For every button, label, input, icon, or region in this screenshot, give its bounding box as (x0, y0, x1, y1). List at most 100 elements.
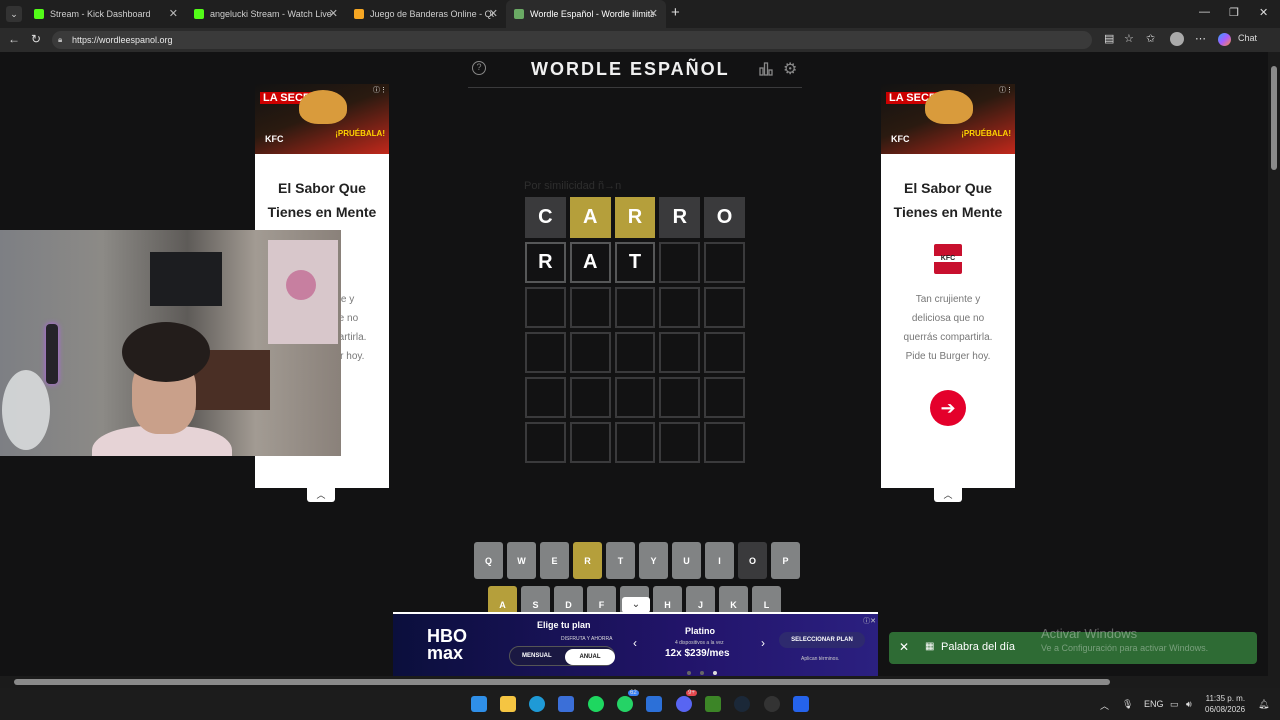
file-explorer-icon[interactable] (500, 696, 516, 712)
address-bar[interactable]: 🔒︎ https://wordleespanol.org (52, 31, 1092, 49)
billing-toggle[interactable]: MENSUAL ANUAL (509, 646, 615, 666)
more-menu-icon[interactable]: ⋯ (1195, 32, 1206, 45)
billing-monthly[interactable]: MENSUAL (522, 653, 552, 659)
key-o[interactable]: O (738, 542, 767, 579)
letter-tile: T (614, 242, 656, 283)
outlook-icon[interactable] (646, 696, 662, 712)
volume-icon[interactable]: 🔊︎ (1186, 699, 1192, 710)
letter-tile (525, 422, 566, 463)
app-icon[interactable] (793, 696, 809, 712)
settings-gear-icon[interactable]: ⚙ (783, 59, 797, 79)
carousel-next-icon[interactable]: › (761, 636, 765, 650)
notification-bell-icon[interactable]: 🔔︎ (1258, 699, 1269, 710)
horizontal-scrollbar[interactable] (0, 676, 1280, 688)
windows-taskbar: 62 9+ ︿ 🎙︎ ENG ▭ 🔊︎ 11:35 p. m. 06/08/20… (0, 688, 1280, 720)
restore-icon[interactable]: ❐ (1229, 6, 1239, 19)
system-clock[interactable]: 11:35 p. m. 06/08/2026 (1205, 693, 1245, 715)
letter-tile (614, 422, 656, 463)
letter-tile (525, 332, 566, 373)
whatsapp-icon[interactable] (617, 696, 633, 712)
chat-button[interactable]: Chat (1238, 33, 1257, 43)
reload-icon[interactable]: ↻ (31, 32, 41, 46)
kick-favicon-icon (34, 9, 44, 19)
carousel-dot[interactable] (700, 671, 704, 675)
tray-overflow-chevron-icon[interactable]: ︿ (1100, 699, 1109, 712)
close-tab-icon[interactable]: ✕ (489, 7, 498, 20)
calendar-icon: ▦ (925, 641, 935, 652)
wordle-favicon-icon (514, 9, 524, 19)
close-tab-icon[interactable]: ✕ (329, 7, 338, 20)
ad-info-icon[interactable]: ⓘ⋮ (999, 85, 1013, 95)
right-ad-collapse-chevron-icon[interactable]: ︿ (934, 488, 962, 502)
favorite-star-icon[interactable]: ☆ (1124, 32, 1134, 45)
letter-tile (704, 377, 745, 418)
letter-tile (569, 287, 611, 328)
keyboard-collapse-chevron-icon[interactable]: ⌄ (622, 597, 650, 613)
vertical-scrollbar[interactable] (1268, 52, 1280, 676)
start-windows-icon[interactable] (471, 696, 487, 712)
spotify-icon[interactable] (588, 696, 604, 712)
key-w[interactable]: W (507, 542, 536, 579)
close-tab-icon[interactable]: ✕ (169, 7, 178, 20)
carousel-dot[interactable] (687, 671, 691, 675)
tab-list-chevron-icon[interactable]: ⌄ (6, 6, 22, 22)
key-p[interactable]: P (771, 542, 800, 579)
right-ad[interactable]: LA SECRETA KFC ¡PRUÉBALA! ⓘ⋮ El Sabor Qu… (881, 84, 1015, 488)
ad-banner-image[interactable]: LA SECRETA KFC ¡PRUÉBALA! ⓘ⋮ (255, 84, 389, 154)
letter-tile: A (569, 242, 611, 283)
back-arrow-icon[interactable]: ← (8, 32, 20, 46)
store-icon[interactable] (558, 696, 574, 712)
key-u[interactable]: U (672, 542, 701, 579)
scrollbar-thumb[interactable] (1271, 66, 1277, 170)
billing-annual[interactable]: ANUAL (565, 649, 615, 665)
letter-tile (614, 377, 656, 418)
reading-view-icon[interactable]: ▤ (1104, 32, 1114, 45)
plan-price: 12x $239/mes (665, 648, 730, 659)
close-tab-icon[interactable]: ✕ (649, 7, 658, 20)
url-text: https://wordleespanol.org (72, 35, 173, 45)
carousel-prev-icon[interactable]: ‹ (633, 636, 637, 650)
tab-wordle[interactable]: Wordle Español - Wordle ilimitado ✕ (506, 0, 666, 28)
site-info-icon[interactable]: 🔒︎ (58, 31, 62, 49)
hbo-max-ad[interactable]: HBO max Elige tu plan DISFRUTA Y AHORRA … (393, 612, 878, 676)
discord-icon[interactable] (676, 696, 692, 712)
stats-icon[interactable] (759, 62, 773, 76)
carousel-dot-active[interactable] (713, 671, 717, 675)
copilot-icon[interactable] (1218, 33, 1231, 46)
key-q[interactable]: Q (474, 542, 503, 579)
tab-banderas[interactable]: Juego de Banderas Online - Quiz de ✕ (346, 0, 506, 28)
scrollbar-thumb[interactable] (14, 679, 1110, 685)
letter-tile: O (704, 197, 745, 238)
key-y[interactable]: Y (639, 542, 668, 579)
close-toast-icon[interactable]: ✕ (899, 640, 909, 654)
tab-kick-stream[interactable]: angelucki Stream - Watch Live on Kick ✕ (186, 0, 346, 28)
key-t[interactable]: T (606, 542, 635, 579)
ad-banner-image[interactable]: LA SECRETA KFC ¡PRUÉBALA! ⓘ⋮ (881, 84, 1015, 154)
tab-kick-dashboard[interactable]: Stream - Kick Dashboard ✕ (26, 0, 186, 28)
ad-heading: El Sabor Que Tienes en Mente (267, 180, 377, 220)
steam-icon[interactable] (734, 696, 750, 712)
key-i[interactable]: I (705, 542, 734, 579)
microphone-icon[interactable]: 🎙︎ (1122, 699, 1133, 710)
ad-info-icon[interactable]: ⓘ✕ (863, 616, 876, 626)
network-icon[interactable]: ▭ (1170, 699, 1179, 710)
letter-tile (569, 332, 611, 373)
profile-avatar[interactable] (1170, 32, 1184, 46)
webcam-overlay (0, 230, 341, 456)
guess-grid: CARRORAT (525, 197, 745, 467)
minimize-icon[interactable]: — (1199, 6, 1210, 18)
select-plan-button[interactable]: SELECCIONAR PLAN (779, 632, 865, 648)
left-ad-collapse-chevron-icon[interactable]: ︿ (307, 488, 335, 502)
ad-info-icon[interactable]: ⓘ⋮ (373, 85, 387, 95)
help-icon[interactable]: ? (472, 61, 486, 75)
ad-arrow-button[interactable]: ➔ (930, 390, 966, 426)
key-r[interactable]: R (573, 542, 602, 579)
favorites-icon[interactable]: ✩ (1146, 32, 1155, 45)
new-tab-plus-icon[interactable]: + (671, 4, 680, 21)
edge-browser-icon[interactable] (529, 696, 545, 712)
obs-icon[interactable] (764, 696, 780, 712)
language-indicator[interactable]: ENG (1144, 699, 1164, 709)
minecraft-icon[interactable] (705, 696, 721, 712)
key-e[interactable]: E (540, 542, 569, 579)
close-window-icon[interactable]: ✕ (1259, 6, 1268, 19)
